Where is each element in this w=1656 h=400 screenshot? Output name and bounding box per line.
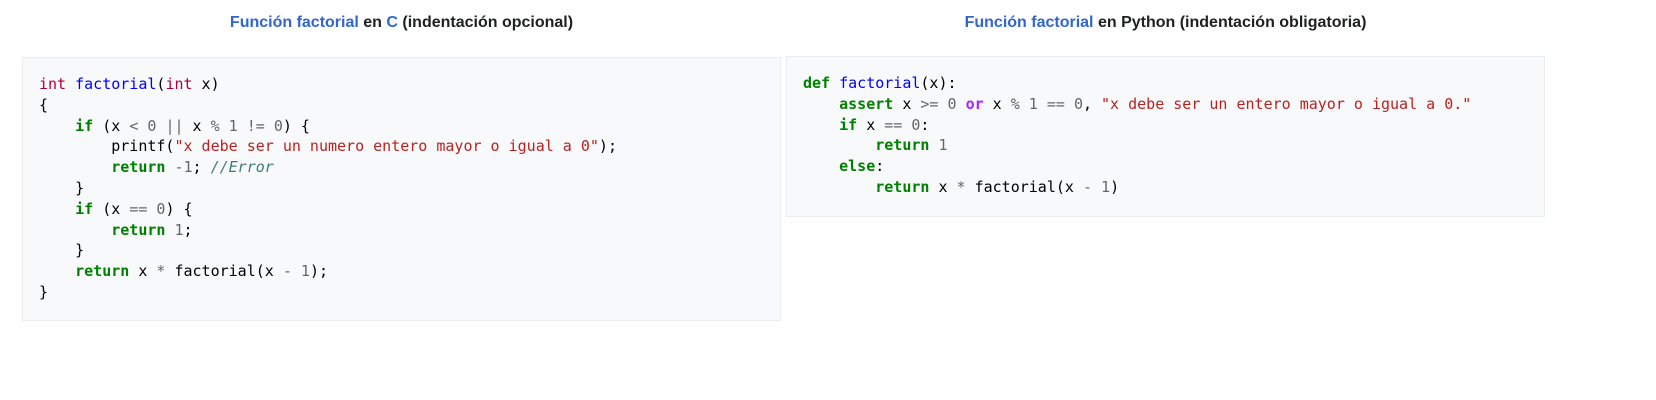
code-token: (x): [920, 74, 957, 92]
code-token: - [1082, 177, 1092, 196]
code-token: factorial [839, 74, 921, 92]
code-token: == [884, 115, 903, 134]
code-token: ; [183, 220, 193, 239]
code-token: factorial(x [965, 177, 1083, 196]
code-token: return [875, 136, 930, 155]
code-token: (x [93, 116, 130, 135]
code-token: (x [93, 199, 130, 218]
code-token: int [165, 75, 193, 93]
code-token: - [282, 262, 292, 281]
python-example-column: Función factorial en Python (indentación… [786, 0, 1545, 217]
code-token: ) { [165, 199, 193, 218]
code-token: int [39, 75, 67, 93]
code-token: == [1046, 94, 1065, 113]
code-token: return [75, 262, 130, 281]
code-token: x [857, 115, 885, 134]
code-token: < [129, 116, 139, 135]
code-token: ) { [282, 116, 310, 135]
code-token: % [1010, 94, 1020, 113]
code-token: * [956, 177, 966, 196]
code-token: } [39, 282, 49, 301]
c-example-column: Función factorial en C (indentación opci… [22, 0, 781, 321]
code-token: { [39, 95, 49, 114]
code-token: 1 [938, 136, 948, 155]
code-token: ) [1110, 177, 1120, 196]
code-token: assert [839, 94, 894, 113]
code-token: x [929, 177, 957, 196]
code-token: != [246, 116, 265, 135]
c-language-link[interactable]: C [386, 14, 398, 31]
code-token: x) [192, 75, 220, 93]
c-code-block: int factorial(int x) { if (x < 0 || x % … [22, 57, 781, 321]
python-code: def factorial(x): assert x >= 0 or x % 1… [803, 73, 1528, 198]
code-token: ); [309, 262, 328, 281]
code-token: x [183, 116, 211, 135]
code-token: : [875, 157, 885, 176]
code-token: % [210, 116, 220, 135]
factorial-function-link[interactable]: Función factorial [230, 14, 359, 31]
heading-text-en: en [358, 14, 387, 31]
python-example-heading: Función factorial en Python (indentación… [786, 0, 1545, 46]
code-token: else [839, 157, 876, 176]
code-token: x [983, 94, 1011, 113]
code-token: "x debe ser un entero mayor o igual a 0.… [1101, 94, 1472, 113]
code-token: ; [192, 158, 202, 177]
code-token: 1 [174, 220, 184, 239]
code-comment: //Error [210, 158, 274, 177]
code-token: 1 [1101, 177, 1111, 196]
c-code: int factorial(int x) { if (x < 0 || x % … [39, 75, 617, 301]
code-token: == [129, 199, 148, 218]
code-token: , [1082, 94, 1102, 113]
code-token: x [893, 94, 921, 113]
heading-text-python-indentation-required: en Python (indentación obligatoria) [1093, 14, 1367, 31]
code-token: factorial [75, 75, 157, 93]
code-token: or [965, 94, 984, 113]
code-token: >= [920, 94, 939, 113]
code-token: if [839, 115, 858, 134]
code-token: if [75, 199, 94, 218]
code-token: || [165, 116, 184, 135]
code-token: 1 [300, 262, 310, 281]
heading-text-indentation-optional: (indentación opcional) [397, 14, 574, 31]
code-token: return [875, 177, 930, 196]
code-token: def [803, 74, 831, 92]
code-token: : [920, 115, 930, 134]
code-token: return [111, 220, 166, 239]
code-token: -1 [174, 158, 193, 177]
factorial-function-link[interactable]: Función factorial [965, 14, 1094, 31]
code-token: 1 [1028, 94, 1038, 113]
code-token: 0 [947, 94, 957, 113]
code-token: printf( [111, 137, 175, 156]
code-token: "x debe ser un numero entero mayor o igu… [174, 137, 599, 156]
code-token: 0 [147, 116, 157, 135]
c-example-heading: Función factorial en C (indentación opci… [22, 0, 781, 46]
code-token: 0 [273, 116, 283, 135]
code-token: ); [598, 137, 617, 156]
code-token: } [75, 241, 85, 260]
code-token: 0 [1073, 94, 1083, 113]
code-token: return [111, 158, 166, 177]
code-token: } [75, 178, 85, 197]
code-token: factorial(x [165, 262, 283, 281]
code-token: x [129, 262, 157, 281]
code-token: if [75, 116, 94, 135]
python-code-block: def factorial(x): assert x >= 0 or x % 1… [786, 56, 1545, 217]
code-token: 1 [228, 116, 238, 135]
